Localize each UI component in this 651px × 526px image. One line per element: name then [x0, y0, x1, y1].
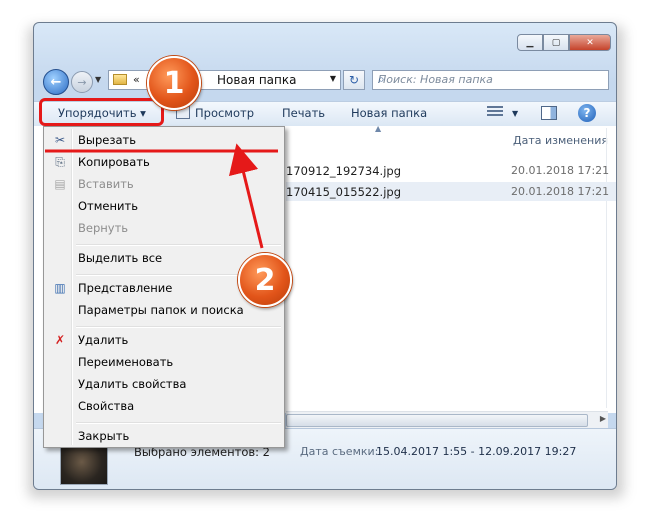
menu-item-label: Свойства [78, 399, 135, 413]
menu-item-label: Представление [78, 281, 173, 295]
menu-item-label: Удалить свойства [78, 377, 187, 391]
scroll-right-icon[interactable]: ▶ [600, 414, 606, 423]
menu-item-label: Вставить [78, 177, 134, 191]
address-bar[interactable]: « Новая папка ▼ [108, 70, 341, 90]
scissors-icon: ✂ [54, 133, 66, 147]
views-icon[interactable] [487, 106, 503, 118]
menu-item-properties[interactable]: Свойства [46, 396, 282, 417]
menu-item-copy[interactable]: ⎘ Копировать [46, 152, 282, 173]
menu-separator [76, 422, 281, 424]
menu-separator [76, 326, 281, 328]
new-folder-button[interactable]: Новая папка [351, 106, 427, 120]
menu-item-label: Выделить все [78, 251, 163, 265]
file-date: 20.01.2018 17:21 [511, 185, 610, 198]
address-dropdown-icon[interactable]: ▼ [330, 74, 336, 83]
date-taken-label: Дата съемки: [300, 445, 379, 458]
horizontal-scrollbar[interactable]: ▶ [286, 411, 608, 428]
file-row[interactable]: 170415_015522.jpg 20.01.2018 17:21 [286, 182, 616, 201]
menu-item-label: Переименовать [78, 355, 174, 369]
minimize-button[interactable]: ▁ [517, 34, 543, 51]
menu-item-label: Закрыть [78, 429, 130, 443]
menu-item-label: Параметры папок и поиска [78, 303, 244, 317]
folder-icon [113, 74, 127, 85]
help-icon[interactable]: ? [578, 104, 596, 122]
menu-item-paste[interactable]: ▤ Вставить [46, 174, 282, 195]
refresh-button[interactable]: ↻ [343, 70, 365, 90]
forward-button[interactable]: → [71, 71, 93, 93]
file-name: 170415_015522.jpg [286, 185, 401, 199]
date-taken-value: 15.04.2017 1:55 - 12.09.2017 19:27 [376, 445, 577, 458]
menu-item-delete[interactable]: ✗ Удалить [46, 330, 282, 351]
menu-separator [76, 244, 281, 246]
preview-pane-icon[interactable] [541, 106, 557, 120]
menu-item-cut[interactable]: ✂ Вырезать [46, 130, 282, 151]
column-header-date[interactable]: Дата изменения [513, 134, 608, 147]
menu-item-label: Вернуть [78, 221, 129, 235]
menu-item-rename[interactable]: Переименовать [46, 352, 282, 373]
highlight-box-organize [39, 98, 164, 126]
maximize-button[interactable]: ▢ [543, 34, 569, 51]
search-input[interactable]: Поиск: Новая папка ⌕ [372, 70, 609, 90]
preview-button[interactable]: Просмотр [195, 106, 254, 120]
address-chevron-icon[interactable]: « [133, 73, 140, 86]
sort-indicator-icon: ▲ [375, 124, 382, 133]
print-button[interactable]: Печать [282, 106, 325, 120]
menu-item-undo[interactable]: Отменить [46, 196, 282, 217]
menu-item-redo[interactable]: Вернуть [46, 218, 282, 239]
menu-item-label: Вырезать [78, 133, 136, 147]
menu-item-label: Удалить [78, 333, 129, 347]
menu-item-folder-options[interactable]: Параметры папок и поиска [46, 300, 282, 321]
scrollbar-thumb[interactable] [286, 414, 588, 427]
history-dropdown-icon[interactable]: ▼ [95, 75, 101, 84]
paste-icon: ▤ [54, 177, 66, 191]
step-badge-2: 2 [238, 253, 292, 307]
menu-item-label: Отменить [78, 199, 138, 213]
close-button[interactable]: ✕ [569, 34, 611, 51]
menu-item-close[interactable]: Закрыть [46, 426, 282, 447]
file-row[interactable]: 170912_192734.jpg 20.01.2018 17:21 [286, 161, 616, 180]
file-name: 170912_192734.jpg [286, 164, 401, 178]
back-button[interactable]: ← [43, 69, 69, 95]
step-badge-1: 1 [147, 56, 201, 110]
menu-item-remove-properties[interactable]: Удалить свойства [46, 374, 282, 395]
address-path[interactable]: Новая папка [217, 73, 296, 87]
navigation-bar: ← → ▼ « Новая папка ▼ ↻ Поиск: Новая пап… [43, 68, 609, 95]
search-icon[interactable]: ⌕ [378, 72, 603, 87]
window-controls: ▁ ▢ ✕ [517, 34, 611, 51]
views-dropdown-icon[interactable]: ▼ [512, 109, 518, 118]
layout-icon: ▥ [54, 281, 66, 295]
file-date: 20.01.2018 17:21 [511, 164, 610, 177]
menu-item-label: Копировать [78, 155, 150, 169]
copy-icon: ⎘ [55, 155, 65, 169]
delete-icon: ✗ [54, 333, 66, 347]
